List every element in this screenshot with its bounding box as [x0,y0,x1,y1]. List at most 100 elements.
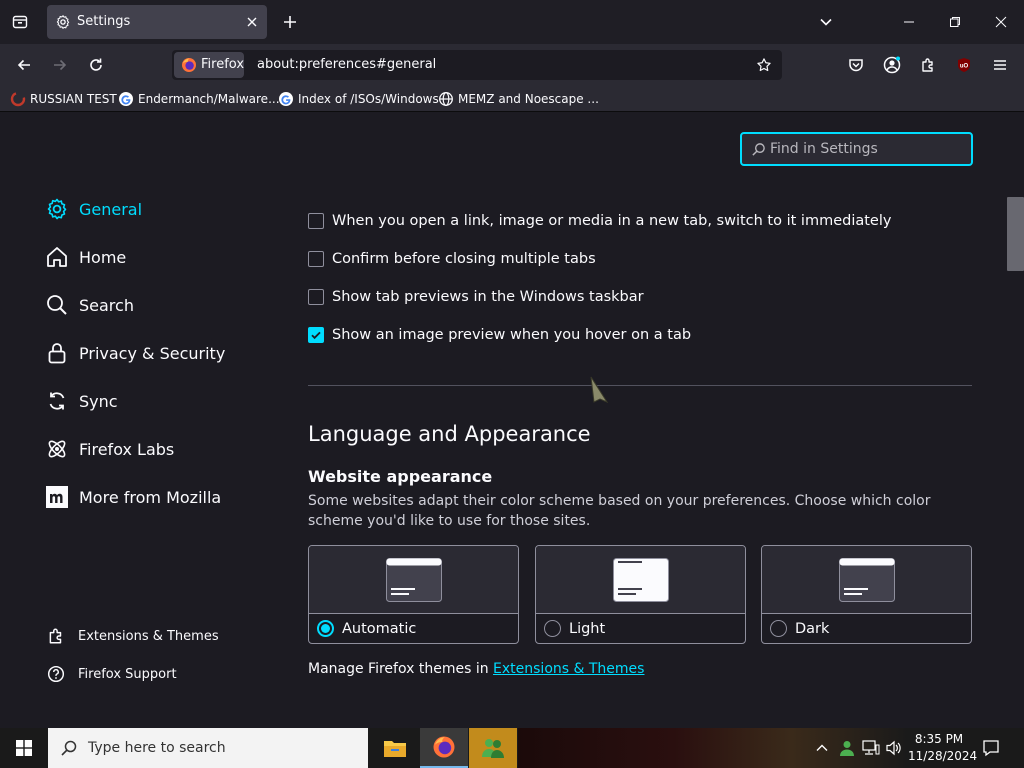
section-divider [308,385,972,386]
bookmarks-toolbar: RUSSIAN TEST Endermanch/Malware... Index… [0,86,1024,112]
appearance-option-dark[interactable]: Dark [761,545,972,644]
chevron-up-icon[interactable] [815,741,829,755]
sidebar-extensions-themes[interactable]: Extensions & Themes [47,626,219,646]
sync-icon [49,392,65,410]
tab-title: Settings [77,14,131,29]
category-label: Privacy & Security [79,343,226,363]
checkbox-confirm-close-tabs[interactable]: Confirm before closing multiple tabs [308,248,596,270]
hamburger-menu-icon [994,60,1006,70]
extensions-button[interactable] [912,49,944,81]
search-icon [61,740,77,756]
category-label: Search [79,295,134,315]
appearance-option-automatic[interactable]: Automatic [308,545,519,644]
radio-button[interactable] [770,620,787,637]
category-privacy-security[interactable]: Privacy & Security [45,338,225,368]
firefox-logo-icon [433,736,455,758]
identity-box[interactable]: Firefox [174,52,244,78]
reload-button[interactable] [80,49,112,81]
preferences-content: Find in Settings General Home Search Pri… [0,113,1024,728]
scrollbar-thumb[interactable] [1007,197,1024,271]
taskbar-clock[interactable]: 8:35 PM 11/28/2024 [908,731,978,765]
forward-button[interactable] [44,49,76,81]
theme-preview-icon [386,558,442,602]
category-more-from-mozilla[interactable]: More from Mozilla [45,482,221,512]
radio-button[interactable] [544,620,561,637]
manage-themes-text: Manage Firefox themes in Extensions & Th… [308,661,645,677]
restore-button[interactable] [932,0,978,44]
users-icon [482,739,504,758]
find-in-settings-input[interactable]: Find in Settings [740,132,973,166]
category-label: General [79,199,143,219]
list-all-tabs-button[interactable] [803,0,849,44]
checkbox[interactable] [308,289,324,305]
sidebar-firefox-support[interactable]: Firefox Support [47,664,177,684]
restore-icon [950,17,960,27]
search-icon [47,295,67,315]
extensions-themes-link[interactable]: Extensions & Themes [493,661,644,677]
start-button[interactable] [0,728,48,768]
radio-button-selected[interactable] [317,620,334,637]
theme-preview [762,546,971,614]
taskbar-search-placeholder: Type here to search [88,740,226,756]
menu-button[interactable] [984,49,1016,81]
window-close-button[interactable] [978,0,1024,44]
star-icon[interactable] [756,57,772,73]
section-heading-language-appearance: Language and Appearance [308,422,591,446]
category-firefox-labs[interactable]: Firefox Labs [45,434,174,464]
firefox-view-button[interactable] [8,10,32,34]
bookmark-endermanch-malware[interactable]: Endermanch/Malware... [118,90,280,108]
category-general[interactable]: General [45,194,142,224]
category-home[interactable]: Home [45,242,126,272]
back-button[interactable] [8,49,40,81]
identity-label: Firefox [201,57,245,72]
category-search[interactable]: Search [45,290,134,320]
checkbox-taskbar-previews[interactable]: Show tab previews in the Windows taskbar [308,286,644,308]
labs-icon [48,440,66,458]
checkbox[interactable] [308,213,324,229]
checkbox-hover-preview[interactable]: Show an image preview when you hover on … [308,324,691,346]
radio-automatic[interactable]: Automatic [317,620,416,637]
subheading-website-appearance: Website appearance [308,467,493,486]
account-button[interactable] [876,49,908,81]
user-tray-icon[interactable] [838,739,856,757]
bookmark-index-of-isos[interactable]: Index of /ISOs/Windows [278,90,439,108]
url-text[interactable]: about:preferences#general [257,57,436,72]
taskbar-file-explorer[interactable] [371,728,419,768]
volume-icon[interactable] [885,740,903,756]
checkbox-checked[interactable] [308,327,324,343]
puzzle-icon [922,58,933,72]
close-icon[interactable] [246,16,258,28]
appearance-option-light[interactable]: Light [535,545,746,644]
clock-time: 8:35 PM [914,732,964,746]
arrow-right-icon [54,59,67,71]
pocket-button[interactable] [840,49,872,81]
theme-preview-icon [839,558,895,602]
website-appearance-description: Some websites adapt their color scheme b… [308,493,931,529]
clock-date: 11/28/2024 [908,749,978,763]
taskbar-firefox[interactable] [420,728,468,768]
bookmark-russian-test[interactable]: RUSSIAN TEST [10,90,117,108]
bookmark-memz-noescape[interactable]: MEMZ and Noescape ... [438,90,599,108]
gear-icon [56,15,70,29]
svg-text:uO: uO [960,64,969,70]
minimize-button[interactable] [886,0,932,44]
network-icon[interactable] [862,740,880,756]
checkbox[interactable] [308,251,324,267]
category-label: More from Mozilla [79,487,222,507]
ublock-origin-icon: uO [958,58,970,72]
notifications-icon[interactable] [982,739,1000,757]
taskbar-app-green[interactable] [469,728,517,768]
tab-settings[interactable]: Settings [47,5,267,39]
radio-dark[interactable]: Dark [770,620,829,637]
checkbox-switch-to-new-tab[interactable]: When you open a link, image or media in … [308,210,891,232]
ublock-button[interactable]: uO [948,49,980,81]
url-bar[interactable]: Firefox about:preferences#general [172,50,782,80]
radio-light[interactable]: Light [544,620,605,637]
taskbar-search-box[interactable]: Type here to search [48,728,368,768]
globe-icon [439,92,453,106]
windows-logo-icon [16,740,32,756]
home-icon [47,247,67,267]
category-sync[interactable]: Sync [45,386,118,416]
new-tab-button[interactable] [280,12,300,32]
mozilla-icon [46,486,68,508]
